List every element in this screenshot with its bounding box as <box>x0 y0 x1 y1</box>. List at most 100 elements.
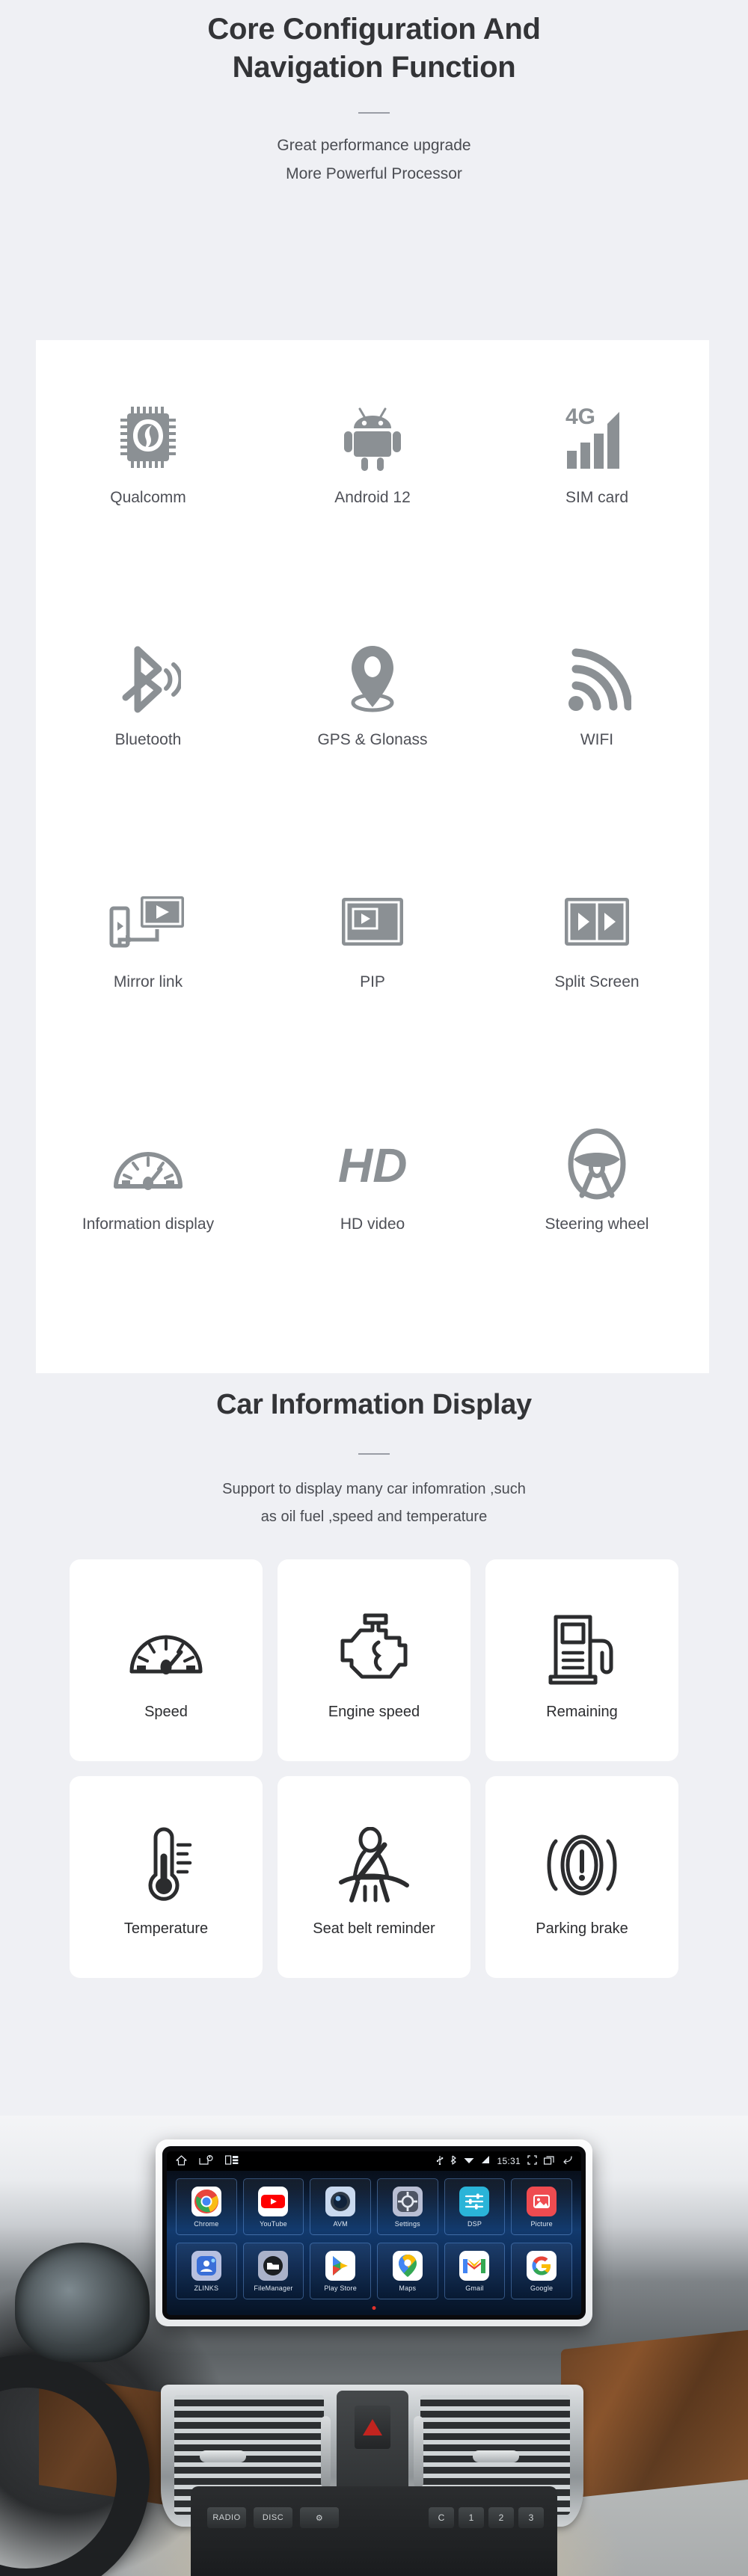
carinfo-divider <box>358 1452 390 1455</box>
app-tile-chrome[interactable]: Chrome <box>176 2178 237 2235</box>
app-tile-gmail[interactable]: Gmail <box>444 2243 506 2299</box>
title-divider <box>358 112 390 114</box>
app-tile-play-store[interactable]: Play Store <box>310 2243 371 2299</box>
feature-item-bluetooth: Bluetooth <box>36 621 260 863</box>
head-unit-screen: 15:31 Chrome YouTube AVM Settings DSP Pi… <box>167 2151 581 2315</box>
wifi-icon <box>562 641 631 718</box>
app-tile-dsp[interactable]: DSP <box>444 2178 506 2235</box>
steering-wheel-icon <box>565 1125 628 1203</box>
recents-icon[interactable] <box>544 2155 554 2167</box>
card-label: Speed <box>144 1704 188 1721</box>
app-name: Maps <box>399 2284 417 2292</box>
feature-label: Mirror link <box>113 973 183 990</box>
fuel-pump-icon <box>547 1599 617 1698</box>
feature-item-wifi: WIFI <box>485 621 709 863</box>
instrument-cluster <box>15 2243 150 2362</box>
page-title: Core Configuration And Navigation Functi… <box>0 10 748 87</box>
feature-item-hd-video: HD HD video <box>260 1106 485 1348</box>
info-card-seat-belt: Seat belt reminder <box>278 1775 470 1978</box>
screenshot-icon[interactable] <box>527 2155 537 2167</box>
feature-label: PIP <box>360 973 385 990</box>
app-name: AVM <box>333 2219 348 2228</box>
home-icon[interactable] <box>176 2154 187 2168</box>
zlinks-icon <box>191 2250 221 2281</box>
app-name: FileManager <box>254 2284 293 2292</box>
bluetooth-icon <box>115 641 181 718</box>
app-tile-google[interactable]: Google <box>511 2243 572 2299</box>
gps-map-pin-icon <box>341 641 404 718</box>
hero-subtitle-line2: More Powerful Processor <box>286 164 462 182</box>
card-label: Remaining <box>546 1704 618 1721</box>
split-screen-icon <box>562 883 631 961</box>
feature-label: Qualcomm <box>110 489 186 506</box>
feature-item-qualcomm: Qualcomm <box>36 379 260 621</box>
seat-belt-icon <box>335 1816 413 1914</box>
parking-brake-icon <box>541 1816 623 1914</box>
app-name: Gmail <box>465 2284 484 2292</box>
back-icon[interactable] <box>561 2156 572 2166</box>
console-button-row: RADIO DISC ⚙ <box>207 2507 339 2528</box>
feature-item-split-screen: Split Screen <box>485 863 709 1106</box>
vent-knob-left[interactable] <box>200 2450 246 2462</box>
feature-panel: Qualcomm Android 12 4G SIM card Bluetoot… <box>36 340 709 1373</box>
card-label: Seat belt reminder <box>313 1920 435 1938</box>
feature-label: Bluetooth <box>114 731 182 748</box>
key-2[interactable]: 2 <box>488 2507 514 2528</box>
app-name: Play Store <box>324 2284 357 2292</box>
feature-item-gps: GPS & Glonass <box>260 621 485 863</box>
usb-icon <box>436 2155 444 2167</box>
dsp-equalizer-icon <box>459 2186 490 2216</box>
feature-item-android: Android 12 <box>260 379 485 621</box>
carinfo-title: Car Information Display <box>216 1389 532 1420</box>
status-bar: 15:31 <box>167 2151 581 2171</box>
status-bar-right-icons: 15:31 <box>436 2155 572 2167</box>
vent-slider-right[interactable] <box>414 2416 423 2488</box>
app-tile-filemanager[interactable]: FileManager <box>242 2243 304 2299</box>
key-1[interactable]: 1 <box>459 2507 484 2528</box>
app-name: Chrome <box>194 2219 219 2228</box>
settings-hw-button[interactable]: ⚙ <box>300 2507 339 2528</box>
vent-knob-right[interactable] <box>473 2450 519 2462</box>
app-tile-avm[interactable]: AVM <box>310 2178 371 2235</box>
app-tile-youtube[interactable]: YouTube <box>242 2178 304 2235</box>
disc-button[interactable]: DISC <box>254 2507 292 2528</box>
app-tile-maps[interactable]: Maps <box>376 2243 438 2299</box>
car-interior-photo: RADIO DISC ⚙ C 1 2 3 15:31 Chrome YouTub… <box>0 2116 748 2576</box>
page-title-line1: Core Configuration And <box>207 13 541 46</box>
sim-card-4g-signal-icon: 4G <box>561 398 633 476</box>
app-tile-picture[interactable]: Picture <box>511 2178 572 2235</box>
key-3[interactable]: 3 <box>518 2507 544 2528</box>
carinfo-subtitle-line1: Support to display many car infomration … <box>222 1480 526 1497</box>
page-title-line2: Navigation Function <box>232 51 516 84</box>
clock-time: 15:31 <box>497 2156 521 2166</box>
info-card-temperature: Temperature <box>70 1775 263 1978</box>
signal-icon <box>481 2156 490 2166</box>
layout-icon[interactable] <box>225 2155 239 2167</box>
gmail-icon <box>459 2250 490 2281</box>
filemanager-icon <box>258 2250 289 2281</box>
vent-slider-left[interactable] <box>321 2416 331 2488</box>
card-label: Temperature <box>123 1920 209 1938</box>
mirror-link-icon <box>109 883 187 961</box>
feature-label: Split Screen <box>554 973 640 990</box>
page-indicator-dot[interactable] <box>372 2306 376 2310</box>
screen-off-icon[interactable] <box>199 2154 213 2168</box>
app-name: YouTube <box>260 2219 287 2228</box>
feature-item-steering-wheel: Steering wheel <box>485 1106 709 1348</box>
app-tile-zlinks[interactable]: ZLINKS <box>176 2243 237 2299</box>
feature-item-sim-card: 4G SIM card <box>485 379 709 621</box>
radio-button[interactable]: RADIO <box>207 2507 246 2528</box>
speedometer-icon <box>127 1599 205 1698</box>
key-c[interactable]: C <box>429 2507 454 2528</box>
google-icon <box>527 2250 557 2281</box>
app-tile-settings[interactable]: Settings <box>376 2178 438 2235</box>
car-info-card-grid: Speed Engine speed Remaining Temperature… <box>0 1559 748 1978</box>
picture-gallery-icon <box>527 2186 557 2216</box>
play-store-icon <box>325 2250 356 2281</box>
thermometer-icon <box>136 1816 196 1914</box>
hazard-light-button[interactable] <box>354 2406 390 2449</box>
card-label: Parking brake <box>536 1920 628 1938</box>
android-head-unit: 15:31 Chrome YouTube AVM Settings DSP Pi… <box>156 2139 592 2326</box>
svg-text:HD: HD <box>338 1138 407 1192</box>
info-card-parking-brake: Parking brake <box>485 1775 678 1978</box>
